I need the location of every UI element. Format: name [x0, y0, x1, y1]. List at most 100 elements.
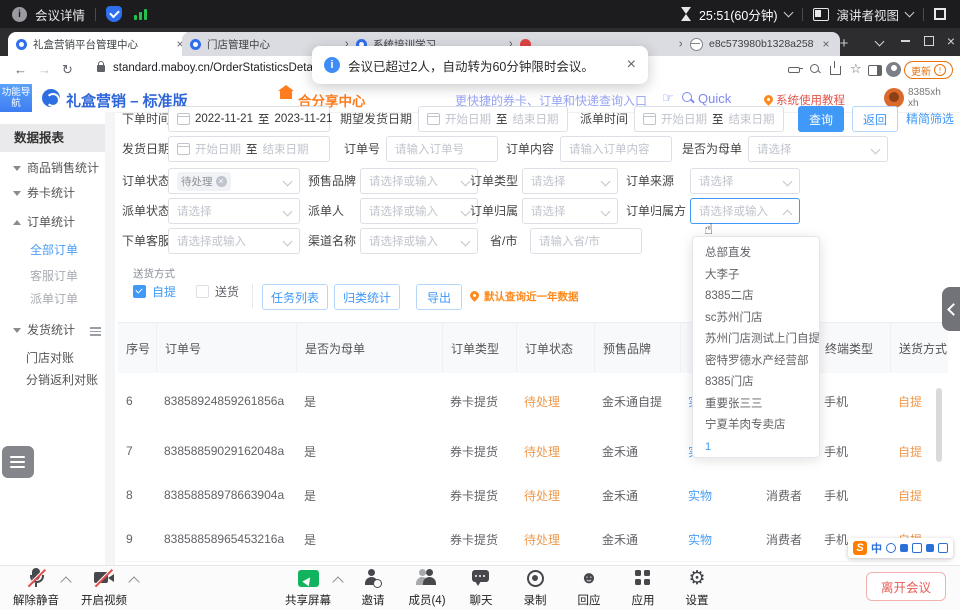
unmute-button[interactable]: 解除静音: [4, 568, 68, 608]
dropdown-option[interactable]: 8385二店: [693, 286, 819, 308]
sidebar-item-product-sales[interactable]: 商品销售统计: [0, 158, 105, 178]
meeting-info-icon[interactable]: i: [12, 7, 27, 22]
browser-reload-icon[interactable]: [62, 62, 73, 78]
order-belong-select[interactable]: 请选择: [522, 198, 618, 224]
toast-close-icon[interactable]: [627, 56, 636, 74]
zoom-icon[interactable]: [810, 64, 819, 73]
deliver-checkbox[interactable]: [196, 285, 209, 298]
url-lock-icon[interactable]: [97, 65, 105, 72]
window-minimize-button[interactable]: [898, 34, 912, 48]
sidebar-item-card-stats[interactable]: 券卡统计: [0, 183, 105, 203]
classify-stats-button[interactable]: 归类统计: [334, 284, 400, 310]
user-avatar[interactable]: [884, 88, 904, 108]
view-chevron-icon[interactable]: [905, 8, 915, 18]
tab-close-icon[interactable]: [820, 38, 832, 50]
dispatch-status-select[interactable]: 请选择: [168, 198, 300, 224]
tab-search-chevron-icon[interactable]: [872, 34, 886, 48]
channel-select[interactable]: 请选择或输入: [360, 228, 478, 254]
browser-forward-icon[interactable]: [38, 62, 51, 78]
browser-profile-icon[interactable]: [886, 62, 901, 77]
table-scrollbar-thumb[interactable]: [936, 388, 942, 462]
browser-update-button[interactable]: 更新 !: [904, 61, 953, 79]
order-source-select[interactable]: 请选择: [690, 168, 800, 194]
is-parent-select[interactable]: 请选择: [748, 136, 888, 162]
microphone-icon: [29, 568, 43, 588]
quick-search-icon[interactable]: [682, 92, 692, 102]
sogou-punctuation-icon[interactable]: [886, 543, 896, 553]
view-mode-label[interactable]: 演讲者视图: [836, 5, 899, 24]
dropdown-option[interactable]: sc苏州门店: [693, 308, 819, 330]
sidebar-collapse-icon[interactable]: [90, 327, 101, 337]
leave-meeting-button[interactable]: 离开会议: [866, 572, 946, 601]
back-button[interactable]: 返回: [852, 106, 898, 132]
dropdown-option[interactable]: 宁夏羊肉专卖店: [693, 415, 819, 437]
self-pickup-label[interactable]: 自提: [152, 284, 176, 300]
password-key-icon[interactable]: [788, 67, 800, 73]
export-button[interactable]: 导出: [416, 284, 462, 310]
browser-tab-1[interactable]: 礼盒营销平台管理中心: [8, 32, 194, 56]
fullscreen-icon[interactable]: [934, 8, 946, 20]
meeting-security-shield-icon[interactable]: [106, 6, 122, 22]
cell-goods-link[interactable]: 实物: [680, 473, 758, 517]
dropdown-page-number[interactable]: 1: [693, 437, 819, 457]
date-separator: 至: [712, 111, 724, 127]
settings-button[interactable]: 设置: [665, 568, 729, 608]
sidebar-item-order-stats[interactable]: 订单统计: [0, 212, 105, 232]
side-panel-icon[interactable]: [868, 65, 882, 76]
browser-back-icon[interactable]: [14, 62, 27, 78]
query-button[interactable]: 查询: [798, 106, 844, 132]
ship-date-range-input[interactable]: 开始日期 至 结束日期: [168, 136, 330, 162]
dropdown-option[interactable]: 密特罗德水产经营部: [693, 351, 819, 373]
task-list-button[interactable]: 任务列表: [262, 284, 328, 310]
meeting-details-label[interactable]: 会议详情: [35, 5, 85, 24]
function-nav-block[interactable]: 功能导航: [0, 84, 32, 112]
sogou-logo-icon[interactable]: [853, 541, 867, 555]
is-parent-label: 是否为母单: [682, 136, 742, 162]
order-content-input[interactable]: 请输入订单内容: [560, 136, 672, 162]
divider: [802, 8, 803, 21]
cell-goods-link[interactable]: 实物: [680, 517, 758, 561]
toast-message: 会议已超过2人，自动转为60分钟限时会议。: [348, 56, 594, 75]
expect-date-range-input[interactable]: 开始日期 至 结束日期: [418, 106, 568, 132]
order-status-label: 订单状态: [122, 168, 170, 194]
order-no-input[interactable]: 请输入订单号: [386, 136, 498, 162]
dropdown-option[interactable]: 8385门店: [693, 372, 819, 394]
expect-date-label: 期望发货日期: [340, 106, 412, 132]
chevron-down-icon: [871, 145, 881, 155]
self-pickup-checkbox[interactable]: [133, 285, 146, 298]
sidebar-item-label: 商品销售统计: [27, 161, 99, 175]
dropdown-option[interactable]: 苏州门店测试上门自提: [693, 329, 819, 351]
sogou-mic-icon[interactable]: [900, 544, 908, 552]
sogou-cn-mode-icon[interactable]: 中: [871, 540, 882, 556]
sogou-keyboard-icon[interactable]: [912, 543, 922, 553]
province-input[interactable]: 请输入省/市: [530, 228, 642, 254]
start-video-button[interactable]: 开启视频: [72, 568, 136, 608]
bookmark-star-icon[interactable]: [850, 61, 862, 77]
presale-brand-select[interactable]: 请选择或输入: [360, 168, 478, 194]
panel-expand-handle[interactable]: [942, 287, 960, 331]
new-tab-button[interactable]: [836, 36, 852, 52]
simplify-filter-link[interactable]: 精简筛选: [906, 106, 954, 132]
tag-remove-icon[interactable]: [216, 176, 227, 187]
dropdown-option[interactable]: 大李子: [693, 265, 819, 287]
sogou-input-toolbar[interactable]: 中: [848, 538, 953, 558]
dropdown-option[interactable]: 总部直发: [693, 243, 819, 265]
window-close-button[interactable]: [944, 34, 958, 48]
order-status-select[interactable]: 待处理: [168, 168, 300, 194]
share-screen-button[interactable]: 共享屏幕: [276, 568, 340, 608]
sogou-skin-icon[interactable]: [926, 544, 934, 552]
order-type-select[interactable]: 请选择: [522, 168, 618, 194]
dropdown-option[interactable]: 重要张三三: [693, 394, 819, 416]
share-icon[interactable]: [830, 66, 841, 75]
sogou-toolbox-icon[interactable]: [938, 543, 948, 553]
meeting-list-widget[interactable]: [2, 446, 34, 478]
dispatcher-select[interactable]: 请选择或输入: [360, 198, 478, 224]
dispatch-time-range-input[interactable]: 开始日期 至 结束日期: [634, 106, 784, 132]
browser-tab-5[interactable]: e8c573980b1328a258fd2e6: [682, 32, 840, 56]
order-agent-select[interactable]: 请选择或输入: [168, 228, 300, 254]
deliver-label[interactable]: 送货: [215, 284, 239, 300]
window-maximize-button[interactable]: [922, 34, 936, 48]
timer-chevron-icon[interactable]: [784, 8, 794, 18]
quick-link[interactable]: Quick: [698, 91, 731, 106]
order-time-range-input[interactable]: 2022-11-21 至 2023-11-21: [168, 106, 330, 132]
